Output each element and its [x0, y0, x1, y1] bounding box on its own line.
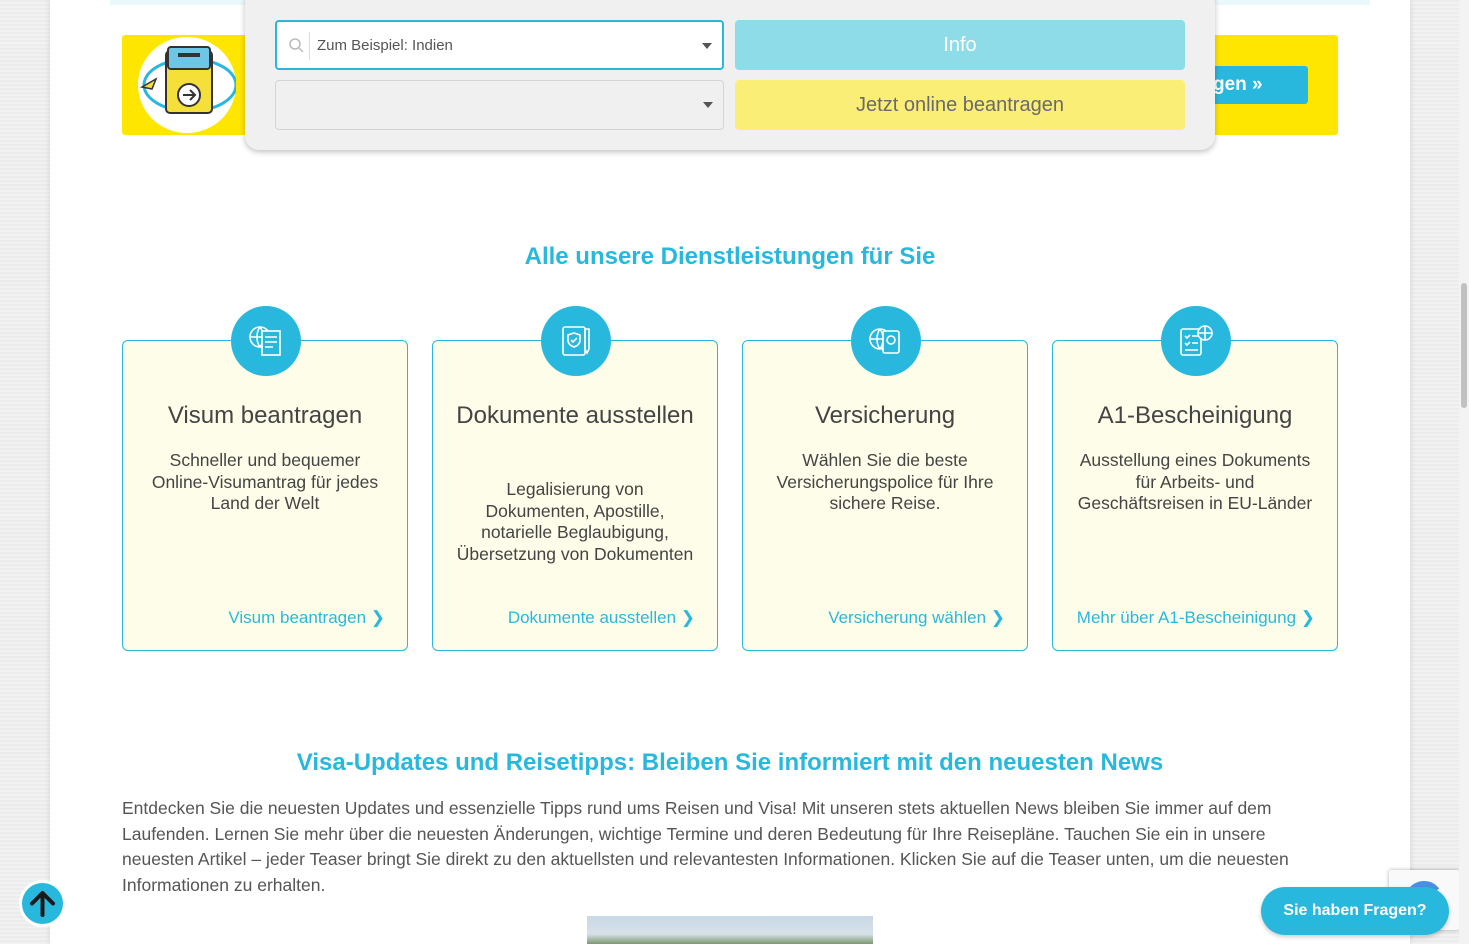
- service-card-visa: Visum beantragen Schneller und bequemer …: [122, 306, 408, 651]
- news-teaser-image[interactable]: [587, 916, 873, 944]
- visa-globe-icon: [231, 306, 301, 376]
- chat-button[interactable]: Sie haben Fragen?: [1261, 887, 1449, 935]
- arrow-up-icon: [30, 891, 55, 917]
- news-intro: Entdecken Sie die neuesten Updates und e…: [122, 798, 1289, 895]
- service-card-insurance: Versicherung Wählen Sie die beste Versic…: [742, 306, 1028, 651]
- scroll-to-top-button[interactable]: [19, 880, 66, 927]
- chevron-down-icon: [702, 43, 712, 49]
- insurance-globe-icon: [851, 306, 921, 376]
- card-link-insurance[interactable]: Versicherung wählen ❯: [828, 608, 1005, 628]
- search-icon: [289, 38, 304, 53]
- divider: [309, 32, 310, 60]
- checklist-globe-icon: [1161, 306, 1231, 376]
- card-title: A1-Bescheinigung: [1097, 402, 1293, 429]
- apply-online-button[interactable]: Jetzt online beantragen: [735, 80, 1185, 130]
- service-card-documents: Dokumente ausstellen Legalisierung von D…: [432, 306, 718, 651]
- country-select[interactable]: Zum Beispiel: Indien: [275, 20, 724, 70]
- country-placeholder: Zum Beispiel: Indien: [317, 37, 453, 54]
- card-title: Visum beantragen: [167, 402, 363, 429]
- card-link-a1[interactable]: Mehr über A1-Bescheinigung ❯: [1077, 608, 1315, 628]
- passport-logo-icon: [138, 37, 238, 133]
- card-text: Schneller und bequemer Online-Visumantra…: [151, 450, 379, 513]
- card-text: Wählen Sie die beste Versicherungspolice…: [776, 450, 994, 513]
- service-card-a1: A1-Bescheinigung Ausstellung eines Dokum…: [1052, 306, 1338, 651]
- card-title: Versicherung: [814, 402, 956, 429]
- services-title: Alle unsere Dienstleistungen für Sie: [524, 243, 936, 270]
- scrollbar-thumb[interactable]: [1461, 283, 1467, 408]
- card-link-visa[interactable]: Visum beantragen ❯: [228, 608, 385, 628]
- info-button[interactable]: Info: [735, 20, 1185, 70]
- news-title: Visa-Updates und Reisetipps: Bleiben Sie…: [296, 749, 1164, 776]
- card-text: Legalisierung von Dokumenten, Apostille,…: [456, 479, 694, 564]
- visa-search-form: Zum Beispiel: Indien Info Jetzt online b…: [245, 0, 1215, 150]
- purpose-select[interactable]: [275, 80, 724, 130]
- scrollbar[interactable]: [1459, 0, 1469, 944]
- document-shield-icon: [541, 306, 611, 376]
- card-title: Dokumente ausstellen: [456, 402, 694, 429]
- card-link-documents[interactable]: Dokumente ausstellen ❯: [508, 608, 695, 628]
- chevron-down-icon: [703, 102, 713, 108]
- card-text: Ausstellung eines Dokuments für Arbeits-…: [1077, 450, 1313, 513]
